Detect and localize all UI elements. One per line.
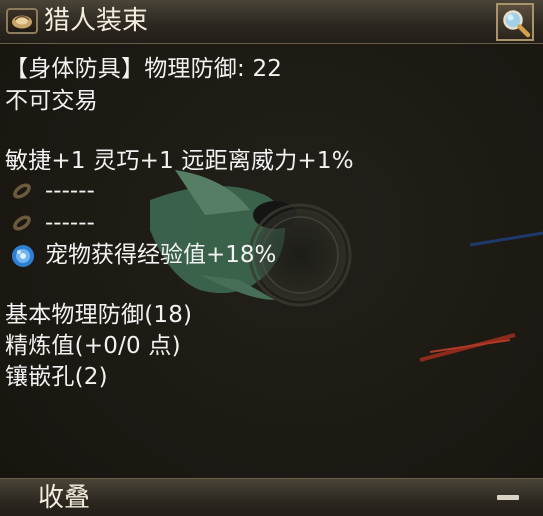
- equipment-type-defense: 【身体防具】物理防御: 22: [5, 56, 283, 82]
- minus-icon[interactable]: [497, 495, 519, 500]
- feather-socket-icon: [13, 183, 31, 199]
- base-defense: 基本物理防御(18): [5, 302, 193, 328]
- title-bar: 猎人装束: [0, 0, 543, 44]
- socket-slots: 镶嵌孔(2): [5, 364, 108, 390]
- refine-value: 精炼值(+0/0 点): [5, 333, 181, 359]
- feather-socket-icon: [13, 215, 31, 231]
- collapse-label: 收叠: [38, 483, 91, 513]
- search-button[interactable]: [496, 3, 534, 41]
- item-name: 猎人装束: [44, 6, 149, 36]
- magnifier-icon: [503, 10, 531, 38]
- stat-bonus-line: 敏捷+1 灵巧+1 远距离威力+1%: [5, 148, 354, 174]
- collapse-bar[interactable]: 收叠: [0, 478, 543, 516]
- item-tooltip: 猎人装束 【身体防具】物理防御: 22 不可交易 敏捷+1 灵巧+1 远距离威力…: [0, 0, 543, 516]
- bag-icon: [6, 8, 38, 34]
- trade-status: 不可交易: [5, 88, 98, 114]
- blue-gem-icon: [12, 245, 34, 267]
